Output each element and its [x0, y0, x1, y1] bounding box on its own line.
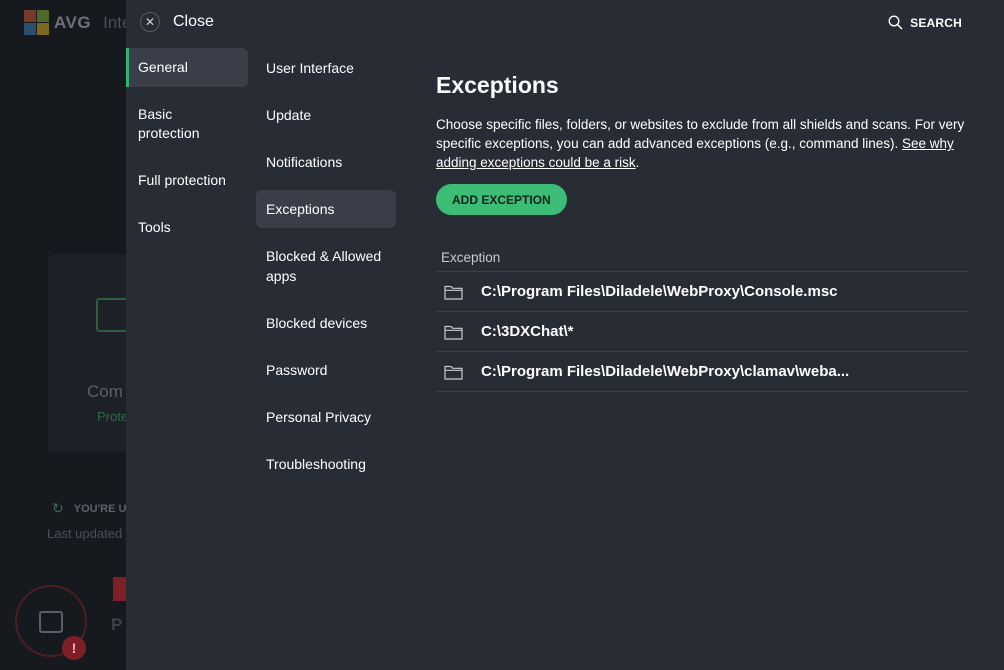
logo-text: AVG	[54, 13, 92, 32]
update-status-title: YOU'RE U	[73, 502, 126, 515]
search-label: SEARCH	[910, 15, 962, 30]
folder-icon	[436, 364, 481, 380]
subnav-password[interactable]: Password	[256, 351, 396, 389]
add-exception-button[interactable]: ADD EXCEPTION	[436, 184, 567, 215]
description-text: Choose specific files, folders, or websi…	[436, 117, 965, 151]
general-subsection-nav: User Interface Update Notifications Exce…	[256, 49, 396, 483]
subnav-blocked-allowed-apps[interactable]: Blocked & Allowed apps	[256, 237, 396, 295]
subnav-personal-privacy[interactable]: Personal Privacy	[256, 398, 396, 436]
description-period: .	[635, 155, 640, 170]
update-status: ↻ YOU'RE U	[52, 500, 126, 517]
avg-logo-icon	[24, 10, 50, 36]
close-icon: ✕	[140, 12, 160, 32]
subnav-troubleshooting[interactable]: Troubleshooting	[256, 445, 396, 483]
folder-icon	[436, 284, 481, 300]
subnav-exceptions[interactable]: Exceptions	[256, 190, 396, 228]
windows-icon	[39, 611, 63, 633]
protection-status-card: Com Prote	[48, 254, 126, 452]
refresh-icon: ↻	[52, 500, 64, 516]
avg-logo: AVG Inte	[24, 10, 126, 36]
subnav-update[interactable]: Update	[256, 96, 396, 134]
table-header-exception: Exception	[436, 244, 968, 272]
exception-path: C:\Program Files\Diladele\WebProxy\Conso…	[481, 283, 838, 300]
status-badge	[113, 577, 126, 601]
card-status: Prote	[97, 409, 126, 424]
exception-path: C:\Program Files\Diladele\WebProxy\clama…	[481, 363, 850, 380]
subnav-notifications[interactable]: Notifications	[256, 143, 396, 181]
exceptions-description: Choose specific files, folders, or websi…	[436, 115, 968, 172]
settings-category-nav: General Basic protection Full protection…	[126, 48, 248, 247]
close-label: Close	[173, 13, 214, 30]
monitor-icon	[96, 298, 126, 332]
card-title: Com	[87, 382, 123, 401]
search-icon	[888, 15, 903, 30]
nav-tools[interactable]: Tools	[126, 208, 248, 247]
exception-path: C:\3DXChat\*	[481, 323, 574, 340]
folder-icon	[436, 324, 481, 340]
last-updated-text: Last updated	[47, 526, 123, 541]
exceptions-table: Exception C:\Program Files\Diladele\WebP…	[436, 244, 968, 392]
nav-basic-protection[interactable]: Basic protection	[126, 95, 248, 153]
page-title: Exceptions	[436, 72, 559, 98]
table-row[interactable]: C:\3DXChat\*	[436, 312, 968, 352]
logo-subtitle: Inte	[103, 13, 126, 32]
bottom-label: P	[111, 615, 123, 634]
search-button[interactable]: SEARCH	[888, 15, 962, 30]
table-row[interactable]: C:\Program Files\Diladele\WebProxy\Conso…	[436, 272, 968, 312]
subnav-blocked-devices[interactable]: Blocked devices	[256, 304, 396, 342]
table-row[interactable]: C:\Program Files\Diladele\WebProxy\clama…	[436, 352, 968, 392]
subnav-user-interface[interactable]: User Interface	[256, 49, 396, 87]
close-button[interactable]: ✕ Close	[140, 12, 214, 32]
background-app: AVG Inte Com Prote ↻ YOU'RE U Last updat…	[0, 0, 126, 670]
nav-full-protection[interactable]: Full protection	[126, 161, 248, 200]
nav-general[interactable]: General	[126, 48, 248, 87]
exceptions-content: Exceptions Choose specific files, folder…	[436, 70, 968, 392]
alert-icon: !	[62, 636, 86, 660]
